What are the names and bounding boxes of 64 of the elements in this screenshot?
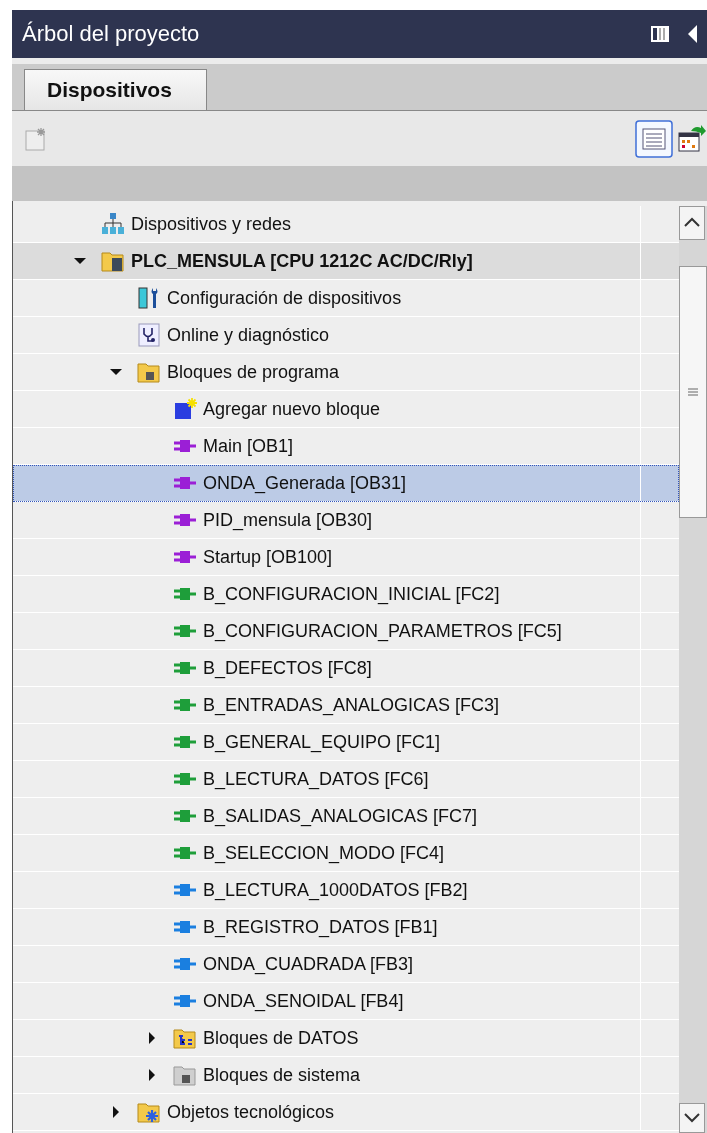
tree-item-label: Startup [OB100]: [203, 546, 333, 568]
tree-item-label: B_SALIDAS_ANALOGICAS [FC7]: [203, 805, 478, 827]
tree-item[interactable]: B_SELECCION_MODO [FC4]: [13, 835, 679, 872]
tree-item[interactable]: Configuración de dispositivos: [13, 280, 679, 317]
tree-item[interactable]: Bloques de DATOS: [13, 1020, 679, 1057]
network-icon: [101, 212, 125, 236]
tree-item-label: B_SELECCION_MODO [FC4]: [203, 842, 445, 864]
tree-item-label: ONDA_Generada [OB31]: [203, 472, 407, 494]
tree-item-label: Online y diagnóstico: [167, 324, 330, 346]
tree-item-label: PID_mensula [OB30]: [203, 509, 373, 531]
tree-item[interactable]: B_ENTRADAS_ANALOGICAS [FC3]: [13, 687, 679, 724]
tree-item-label: PLC_MENSULA [CPU 1212C AC/DC/Rly]: [131, 250, 473, 272]
tree-item[interactable]: Objetos tecnológicos: [13, 1094, 679, 1131]
tree-item[interactable]: Online y diagnóstico: [13, 317, 679, 354]
window-title: Árbol del proyecto: [22, 21, 201, 47]
tree-item[interactable]: B_LECTURA_DATOS [FC6]: [13, 761, 679, 798]
tree-item-label: Objetos tecnológicos: [167, 1101, 335, 1123]
tree-item-label: B_CONFIGURACION_PARAMETROS [FC5]: [203, 620, 562, 642]
plc-folder-icon: [101, 249, 125, 273]
tree-item[interactable]: PLC_MENSULA [CPU 1212C AC/DC/Rly]: [13, 243, 679, 280]
tree-item-label: Bloques de programa: [167, 361, 340, 383]
tree-item-label: Agregar nuevo bloque: [203, 398, 381, 420]
gear-folder-icon: [137, 1100, 161, 1124]
tree-item-label: Bloques de DATOS: [203, 1027, 359, 1049]
tree-item[interactable]: Bloques de sistema: [13, 1057, 679, 1094]
tree-item-label: B_REGISTRO_DATOS [FB1]: [203, 916, 438, 938]
tree-item-label: B_DEFECTOS [FC8]: [203, 657, 372, 679]
scroll-up-icon[interactable]: [679, 206, 705, 240]
tree-item-label: Dispositivos y redes: [131, 213, 292, 235]
tree-item[interactable]: PID_mensula [OB30]: [13, 502, 679, 539]
tree-item[interactable]: B_REGISTRO_DATOS [FB1]: [13, 909, 679, 946]
tree-item-label: Configuración de dispositivos: [167, 287, 402, 309]
tree-item[interactable]: Startup [OB100]: [13, 539, 679, 576]
tree-item[interactable]: Bloques de programa: [13, 354, 679, 391]
tree-item-label: B_LECTURA_DATOS [FC6]: [203, 768, 429, 790]
tree-item[interactable]: Agregar nuevo bloque: [13, 391, 679, 428]
devices-tab[interactable]: Dispositivos: [24, 69, 207, 110]
tree-item-label: ONDA_CUADRADA [FB3]: [203, 953, 414, 975]
folder-icon: [173, 1026, 197, 1050]
tree-item-label: B_LECTURA_1000DATOS [FB2]: [203, 879, 468, 901]
scroll-thumb[interactable]: [679, 266, 707, 518]
tree-item-label: Bloques de sistema: [203, 1064, 361, 1086]
tree-item-label: B_CONFIGURACION_INICIAL [FC2]: [203, 583, 500, 605]
tree-item[interactable]: B_CONFIGURACION_INICIAL [FC2]: [13, 576, 679, 613]
tree-item[interactable]: ONDA_Generada [OB31]: [13, 465, 679, 502]
tree-item[interactable]: B_SALIDAS_ANALOGICAS [FC7]: [13, 798, 679, 835]
tree-item-label: B_ENTRADAS_ANALOGICAS [FC3]: [203, 694, 500, 716]
scroll-down-icon[interactable]: [679, 1103, 705, 1133]
tree-item[interactable]: ONDA_SENOIDAL [FB4]: [13, 983, 679, 1020]
tree-item-label: Main [OB1]: [203, 435, 294, 457]
scrollbar[interactable]: [679, 206, 707, 1133]
folder-icon: [137, 360, 161, 384]
stethoscope-icon: [137, 323, 161, 347]
tree-item[interactable]: B_GENERAL_EQUIPO [FC1]: [13, 724, 679, 761]
tree-item-label: ONDA_SENOIDAL [FB4]: [203, 990, 404, 1012]
tree-item[interactable]: ONDA_CUADRADA [FB3]: [13, 946, 679, 983]
new-block-icon: [173, 397, 197, 421]
tree-item[interactable]: B_LECTURA_1000DATOS [FB2]: [13, 872, 679, 909]
folder-icon: [173, 1063, 197, 1087]
tree-item-label: B_GENERAL_EQUIPO [FC1]: [203, 731, 441, 753]
tree-item[interactable]: B_DEFECTOS [FC8]: [13, 650, 679, 687]
tree-item[interactable]: B_CONFIGURACION_PARAMETROS [FC5]: [13, 613, 679, 650]
grip-icon: [687, 387, 699, 397]
panel-layout-icon[interactable]: [649, 23, 671, 45]
